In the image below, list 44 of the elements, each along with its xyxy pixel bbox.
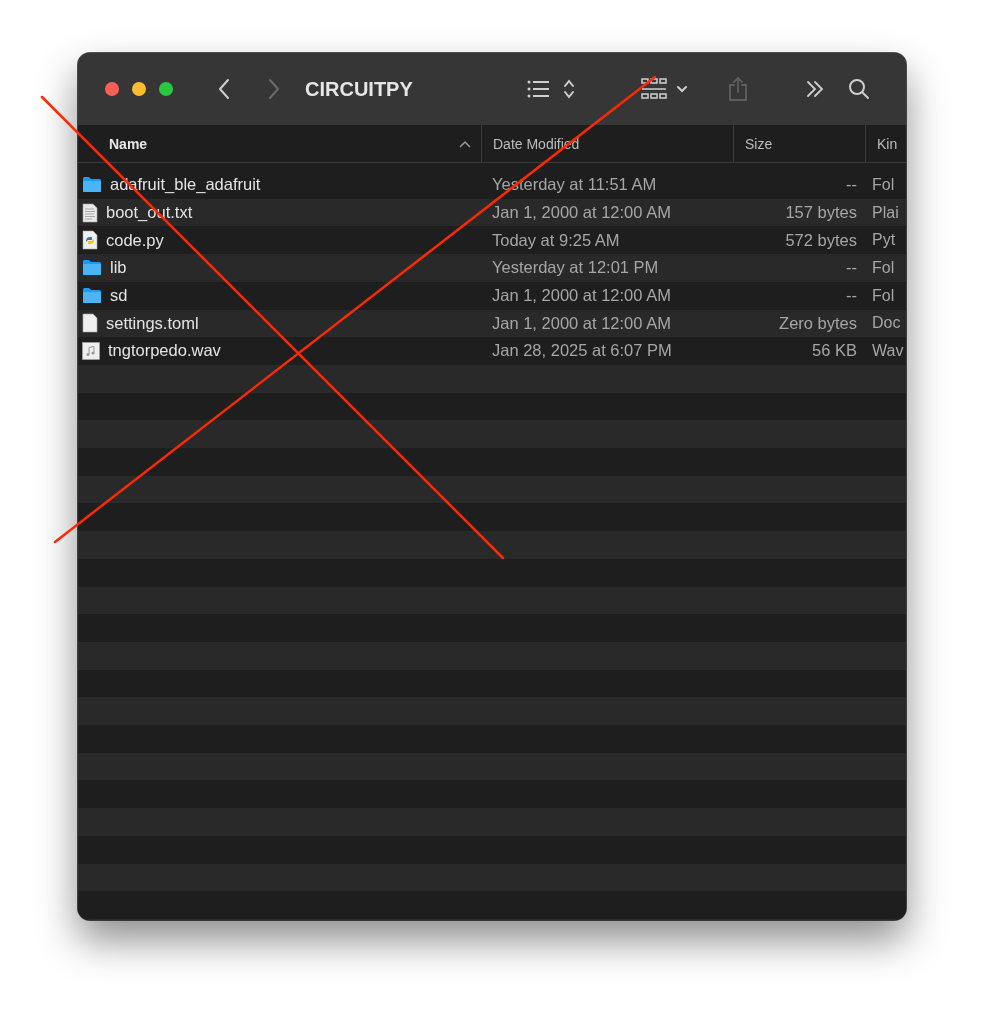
document-icon (82, 313, 98, 334)
file-size: 572 bytes (785, 230, 858, 250)
audio-file-icon (82, 341, 100, 360)
file-kind: Fol (871, 286, 896, 305)
file-kind: Fol (871, 258, 896, 277)
sort-ascending-icon (459, 139, 471, 148)
list-view-button[interactable] (525, 78, 576, 100)
file-size: 157 bytes (785, 203, 858, 223)
file-name[interactable]: code.py (106, 230, 164, 250)
file-name[interactable]: sd (110, 286, 128, 306)
date-modified: Today at 9:25 AM (491, 230, 621, 250)
back-button[interactable] (217, 78, 231, 100)
zoom-button[interactable] (159, 82, 173, 96)
search-button[interactable] (846, 77, 871, 101)
file-kind: Doc (871, 314, 902, 333)
column-header[interactable]: Kin (865, 125, 906, 162)
date-modified: Jan 28, 2025 at 6:07 PM (491, 341, 673, 361)
close-button[interactable] (105, 82, 119, 96)
file-name[interactable]: tngtorpedo.wav (108, 341, 221, 361)
date-modified: Jan 1, 2000 at 12:00 AM (491, 203, 672, 223)
column-header[interactable]: Size (733, 125, 865, 162)
python-file-icon (82, 230, 98, 251)
file-kind: Pyt (871, 231, 897, 250)
minimize-button[interactable] (132, 82, 146, 96)
file-kind: Fol (871, 175, 896, 194)
file-size: -- (846, 258, 858, 278)
folder-icon (82, 259, 102, 277)
file-size: -- (846, 286, 858, 306)
file-size: -- (846, 175, 858, 195)
file-size: Zero bytes (779, 313, 858, 333)
date-modified: Jan 1, 2000 at 12:00 AM (491, 286, 672, 306)
text-document-icon (82, 202, 98, 223)
folder-icon (82, 287, 102, 305)
folder-icon (82, 176, 102, 194)
date-modified: Yesterday at 12:01 PM (491, 258, 660, 278)
file-kind: Plai (871, 203, 900, 222)
file-name[interactable]: settings.toml (106, 313, 199, 333)
file-name[interactable]: lib (110, 258, 127, 278)
date-modified: Jan 1, 2000 at 12:00 AM (491, 313, 672, 333)
column-header[interactable]: Name (78, 125, 481, 162)
window-title: CIRCUITPY (305, 77, 413, 101)
file-kind: Wav (871, 341, 905, 360)
more-button[interactable] (804, 79, 825, 99)
file-size: 56 KB (812, 341, 858, 361)
